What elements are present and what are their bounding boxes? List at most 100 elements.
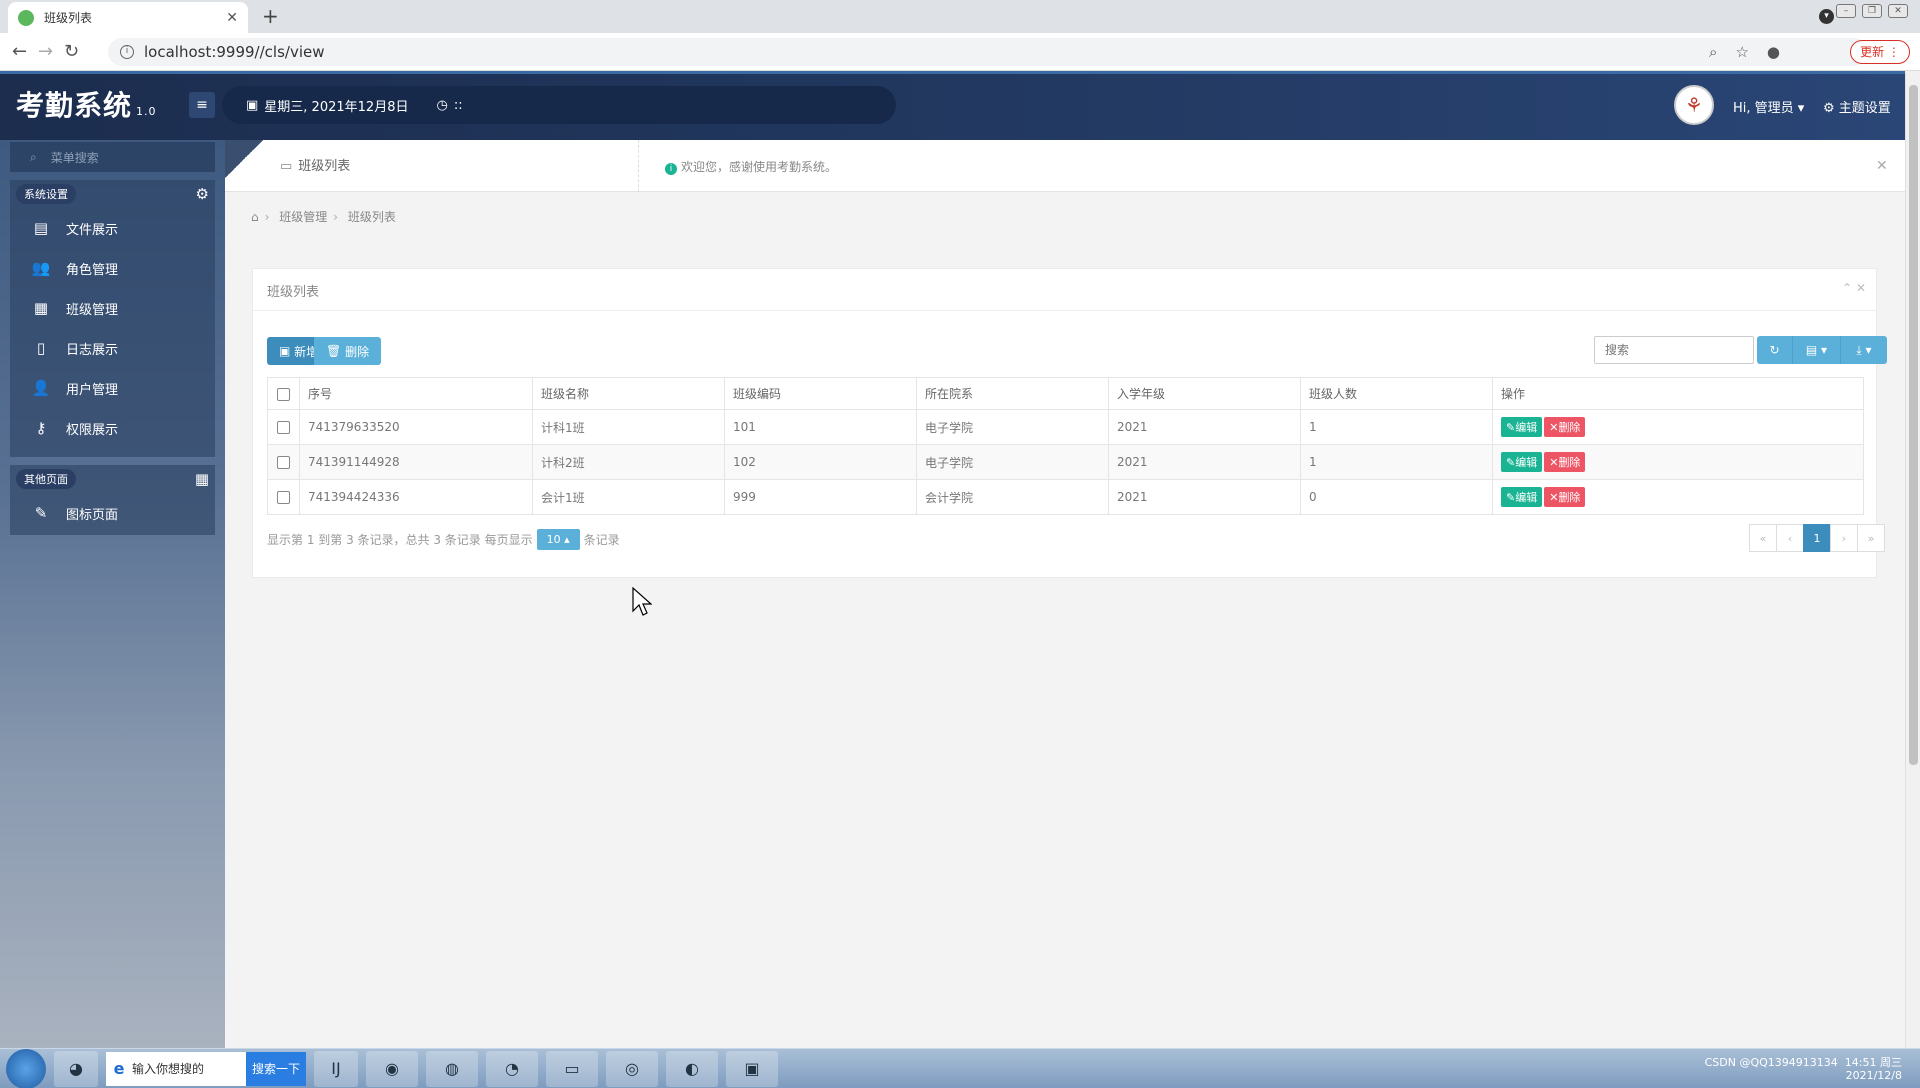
- update-button[interactable]: 更新 ⋮: [1850, 40, 1910, 64]
- table-cell: 2021: [1108, 409, 1301, 445]
- row-select-cell: [267, 444, 300, 480]
- reload-icon[interactable]: ↻: [64, 41, 79, 62]
- row-actions: ✎编辑 ✕删除: [1492, 479, 1864, 515]
- row-select-cell: [267, 409, 300, 445]
- start-button[interactable]: [6, 1048, 46, 1088]
- menu-toggle-button[interactable]: ≡: [189, 92, 215, 118]
- search-input[interactable]: [1594, 336, 1754, 364]
- column-header[interactable]: 所在院系: [916, 377, 1109, 410]
- edit-button[interactable]: ✎编辑: [1501, 487, 1543, 507]
- app-icon[interactable]: ▣: [726, 1050, 778, 1087]
- page-scrollbar[interactable]: [1905, 71, 1920, 1048]
- back-icon[interactable]: ←: [12, 41, 27, 62]
- user-name: Hi, 管理员: [1733, 101, 1794, 116]
- last-page-button[interactable]: »: [1857, 524, 1885, 552]
- column-header[interactable]: 班级编码: [724, 377, 917, 410]
- 360-browser-icon[interactable]: ◕: [54, 1050, 98, 1087]
- row-delete-button[interactable]: ✕删除: [1544, 417, 1586, 437]
- row-checkbox[interactable]: [277, 456, 290, 469]
- panel-title: 班级列表: [267, 285, 320, 300]
- pagination: « ‹ 1 › »: [1749, 524, 1885, 552]
- tab-class-list[interactable]: ▭ 班级列表: [280, 155, 350, 174]
- column-header[interactable]: 班级人数: [1300, 377, 1493, 410]
- collapse-icon[interactable]: ⌃: [1842, 281, 1852, 295]
- sidebar-item-files[interactable]: ▤ 文件展示: [10, 208, 215, 248]
- gear-icon[interactable]: ⚙: [196, 185, 209, 203]
- restore-icon[interactable]: ❐: [1862, 4, 1882, 18]
- site-info-icon[interactable]: i: [120, 45, 134, 59]
- minimize-icon[interactable]: –: [1836, 4, 1856, 18]
- page-size-select[interactable]: 10 ▴: [536, 529, 580, 550]
- intellij-icon[interactable]: IJ: [314, 1050, 358, 1087]
- avatar[interactable]: ⚘: [1674, 85, 1714, 125]
- browser-tab[interactable]: 班级列表 ✕: [8, 2, 248, 33]
- browser-tab-title: 班级列表: [44, 11, 93, 25]
- firefox-icon[interactable]: ◉: [366, 1050, 418, 1087]
- column-header[interactable]: 序号: [299, 377, 533, 410]
- row-delete-label: 删除: [1558, 421, 1581, 434]
- table-cell: 741394424336: [299, 479, 533, 515]
- app-header: 考勤系统 1.0 ≡ ▣ 星期三, 2021年12月8日 ◷ :: ⚘ Hi, 管…: [0, 71, 1905, 140]
- column-header[interactable]: 入学年级: [1108, 377, 1301, 410]
- windows-icon[interactable]: ▦: [195, 470, 209, 488]
- home-icon[interactable]: ⌂: [251, 210, 259, 224]
- taskbar-search[interactable]: e 输入你想搜的 搜索一下: [106, 1051, 306, 1086]
- next-page-button[interactable]: ›: [1830, 524, 1858, 552]
- user-menu[interactable]: Hi, 管理员 ▾: [1733, 97, 1804, 116]
- profile-icon[interactable]: ●: [1767, 43, 1780, 61]
- close-icon[interactable]: ✕: [1876, 158, 1888, 174]
- table-row: 741394424336 会计1班 999 会计学院 2021 0 ✎编辑 ✕删除: [267, 479, 1864, 515]
- edit-button[interactable]: ✎编辑: [1501, 452, 1543, 472]
- navicat-icon[interactable]: ◍: [426, 1050, 478, 1087]
- table-row: 741391144928 计科2班 102 电子学院 2021 1 ✎编辑 ✕删除: [267, 444, 1864, 480]
- sidebar-item-classes[interactable]: ▦ 班级管理: [10, 288, 215, 328]
- row-checkbox[interactable]: [277, 491, 290, 504]
- sidebar-item-permissions[interactable]: ⚷ 权限展示: [10, 408, 215, 448]
- table-cell: 会计学院: [916, 479, 1109, 515]
- row-delete-button[interactable]: ✕删除: [1544, 452, 1586, 472]
- first-page-button[interactable]: «: [1749, 524, 1777, 552]
- theme-settings[interactable]: ⚙ 主题设置: [1823, 97, 1891, 116]
- prev-page-button[interactable]: ‹: [1776, 524, 1804, 552]
- breadcrumb-item[interactable]: 班级管理: [279, 210, 327, 224]
- folder-icon[interactable]: ◐: [666, 1050, 718, 1087]
- edit-button[interactable]: ✎编辑: [1501, 417, 1543, 437]
- sidebar-item-roles[interactable]: 👥 角色管理: [10, 248, 215, 288]
- sidebar-item-users[interactable]: 👤 用户管理: [10, 368, 215, 408]
- row-checkbox[interactable]: [277, 421, 290, 434]
- close-tab-icon[interactable]: ✕: [226, 10, 238, 26]
- close-icon[interactable]: ✕: [1856, 281, 1866, 295]
- select-all-cell: [267, 377, 300, 410]
- taskbar-search-button[interactable]: 搜索一下: [246, 1051, 306, 1086]
- zoom-icon[interactable]: ⌕: [1709, 43, 1717, 61]
- chrome-icon[interactable]: ◎: [606, 1050, 658, 1087]
- new-tab-icon[interactable]: +: [262, 4, 279, 28]
- wechat-icon[interactable]: ◔: [486, 1050, 538, 1087]
- url-field[interactable]: i localhost:9999//cls/view ⌕ ☆ ●: [108, 38, 1868, 66]
- columns-icon[interactable]: ▤ ▾: [1793, 336, 1841, 364]
- table-cell: 741379633520: [299, 409, 533, 445]
- group-title: 系统设置 ⚙: [10, 180, 215, 208]
- export-icon[interactable]: ⤓ ▾: [1841, 336, 1887, 364]
- forward-icon[interactable]: →: [38, 41, 53, 62]
- sidebar-item-icons[interactable]: ✎ 图标页面: [10, 493, 215, 533]
- scrollbar-thumb[interactable]: [1909, 85, 1918, 765]
- main-content: ▭ 班级列表 i 欢迎您，感谢使用考勤系统。 ✕ ⌂ › 班级管理 › 班级列表 班级列…: [225, 140, 1905, 1048]
- refresh-icon[interactable]: ↻: [1757, 336, 1793, 364]
- file-explorer-icon[interactable]: ▭: [546, 1050, 598, 1087]
- menu-search[interactable]: ⌕ 菜单搜索: [10, 142, 215, 172]
- column-header[interactable]: 班级名称: [532, 377, 725, 410]
- row-delete-button[interactable]: ✕删除: [1544, 487, 1586, 507]
- pager-info-prefix: 显示第 1 到第 3 条记录，总共 3 条记录 每页显示: [267, 533, 533, 547]
- url-text: localhost:9999//cls/view: [144, 43, 325, 61]
- select-all-checkbox[interactable]: [277, 387, 290, 401]
- delete-button[interactable]: 🗑 删除: [314, 337, 382, 365]
- system-tray[interactable]: CSDN @QQ1394913134 14:51 周三 2021/12/8: [1705, 1056, 1902, 1082]
- sidebar-item-logs[interactable]: ▯ 日志展示: [10, 328, 215, 368]
- row-delete-label: 删除: [1558, 491, 1581, 504]
- close-window-icon[interactable]: ✕: [1888, 4, 1908, 18]
- taskbar-search-placeholder: 输入你想搜的: [132, 1062, 205, 1076]
- page-button[interactable]: 1: [1803, 524, 1831, 552]
- tab-search-icon[interactable]: ▾: [1819, 9, 1834, 24]
- bookmark-star-icon[interactable]: ☆: [1735, 43, 1748, 61]
